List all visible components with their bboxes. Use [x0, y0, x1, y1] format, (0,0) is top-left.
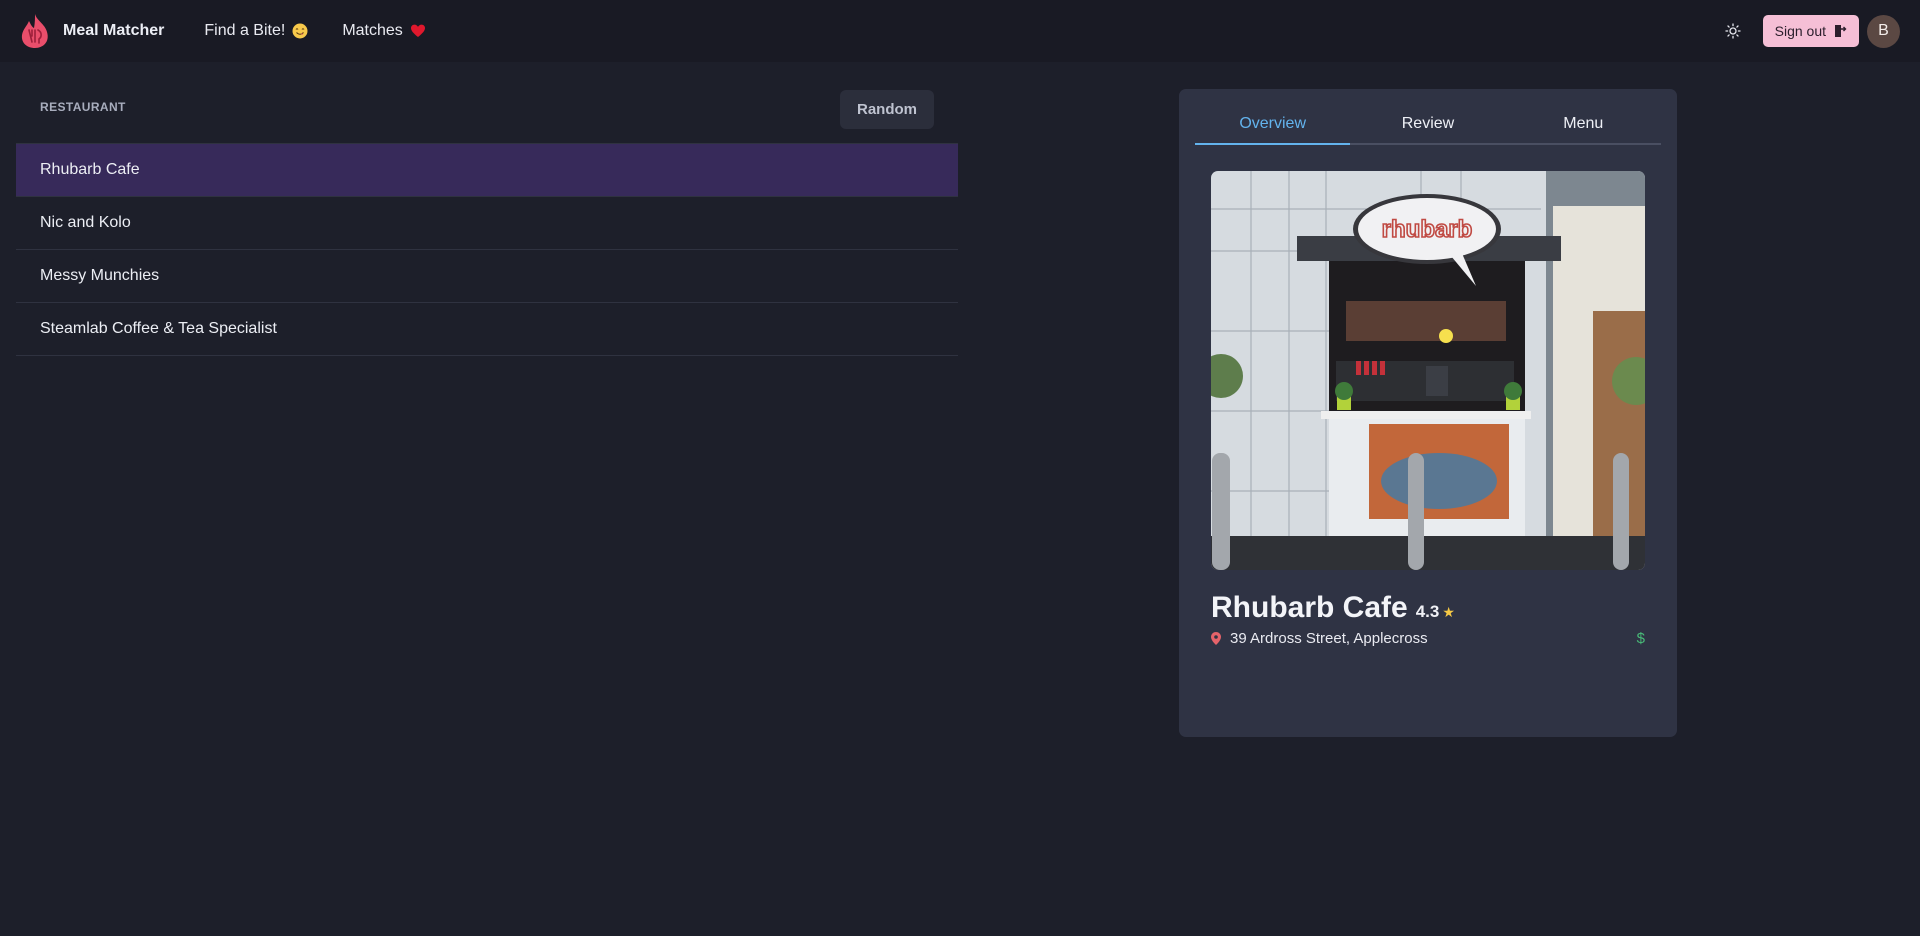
sign-out-label: Sign out — [1774, 23, 1826, 39]
list-header: RESTAURANT Random — [16, 90, 958, 143]
restaurant-list: Rhubarb Cafe Nic and Kolo Messy Munchies St… — [16, 143, 958, 356]
brand-name: Meal Matcher — [63, 22, 165, 39]
tab-overview[interactable]: Overview — [1195, 105, 1351, 145]
nav-matches-label: Matches — [342, 22, 403, 39]
address-row: 39 Ardross Street, Applecross — [1211, 630, 1428, 647]
map-pin-icon — [1211, 632, 1221, 645]
restaurant-column-heading: RESTAURANT — [40, 99, 126, 114]
tab-menu[interactable]: Menu — [1506, 105, 1661, 143]
rating-value: 4.3 — [1415, 602, 1440, 621]
restaurant-row[interactable]: Steamlab Coffee & Tea Specialist — [16, 303, 958, 356]
yum-emoji-icon — [292, 23, 308, 39]
nav-find-a-bite[interactable]: Find a Bite! — [204, 22, 308, 40]
brand-link[interactable]: Meal Matcher — [18, 12, 164, 50]
top-navbar: Meal Matcher Find a Bite! Matches Sign o… — [0, 0, 1920, 62]
restaurant-list-panel: RESTAURANT Random Rhubarb Cafe Nic and Ko… — [16, 90, 958, 356]
restaurant-detail-card: Overview Review Menu rhubarb Rhubarb Caf… — [1179, 89, 1677, 737]
restaurant-row[interactable]: Nic and Kolo — [16, 197, 958, 250]
star-icon: ★ — [1442, 604, 1455, 620]
nav-actions: Sign out B — [1721, 0, 1900, 62]
sign-out-button[interactable]: Sign out — [1762, 15, 1859, 47]
restaurant-photo: rhubarb — [1211, 171, 1645, 570]
tab-review[interactable]: Review — [1350, 105, 1505, 143]
nav-matches[interactable]: Matches — [342, 22, 425, 40]
restaurant-title-row: Rhubarb Cafe 4.3 ★ — [1211, 591, 1455, 625]
restaurant-row[interactable]: Messy Munchies — [16, 250, 958, 303]
user-avatar[interactable]: B — [1867, 14, 1900, 48]
heart-icon — [410, 24, 425, 37]
restaurant-name: Rhubarb Cafe — [1211, 591, 1408, 624]
flame-logo-icon — [21, 14, 48, 48]
sign-out-icon — [1835, 25, 1847, 37]
restaurant-address: 39 Ardross Street, Applecross — [1230, 630, 1428, 647]
photo-sign-text: rhubarb — [1382, 216, 1473, 243]
sun-icon — [1724, 23, 1741, 39]
random-button[interactable]: Random — [840, 90, 934, 129]
restaurant-row[interactable]: Rhubarb Cafe — [16, 144, 958, 197]
nav-find-label: Find a Bite! — [204, 22, 286, 39]
theme-toggle-button[interactable] — [1721, 19, 1745, 43]
detail-tabs: Overview Review Menu — [1195, 105, 1661, 145]
price-level: $ — [1636, 630, 1645, 647]
